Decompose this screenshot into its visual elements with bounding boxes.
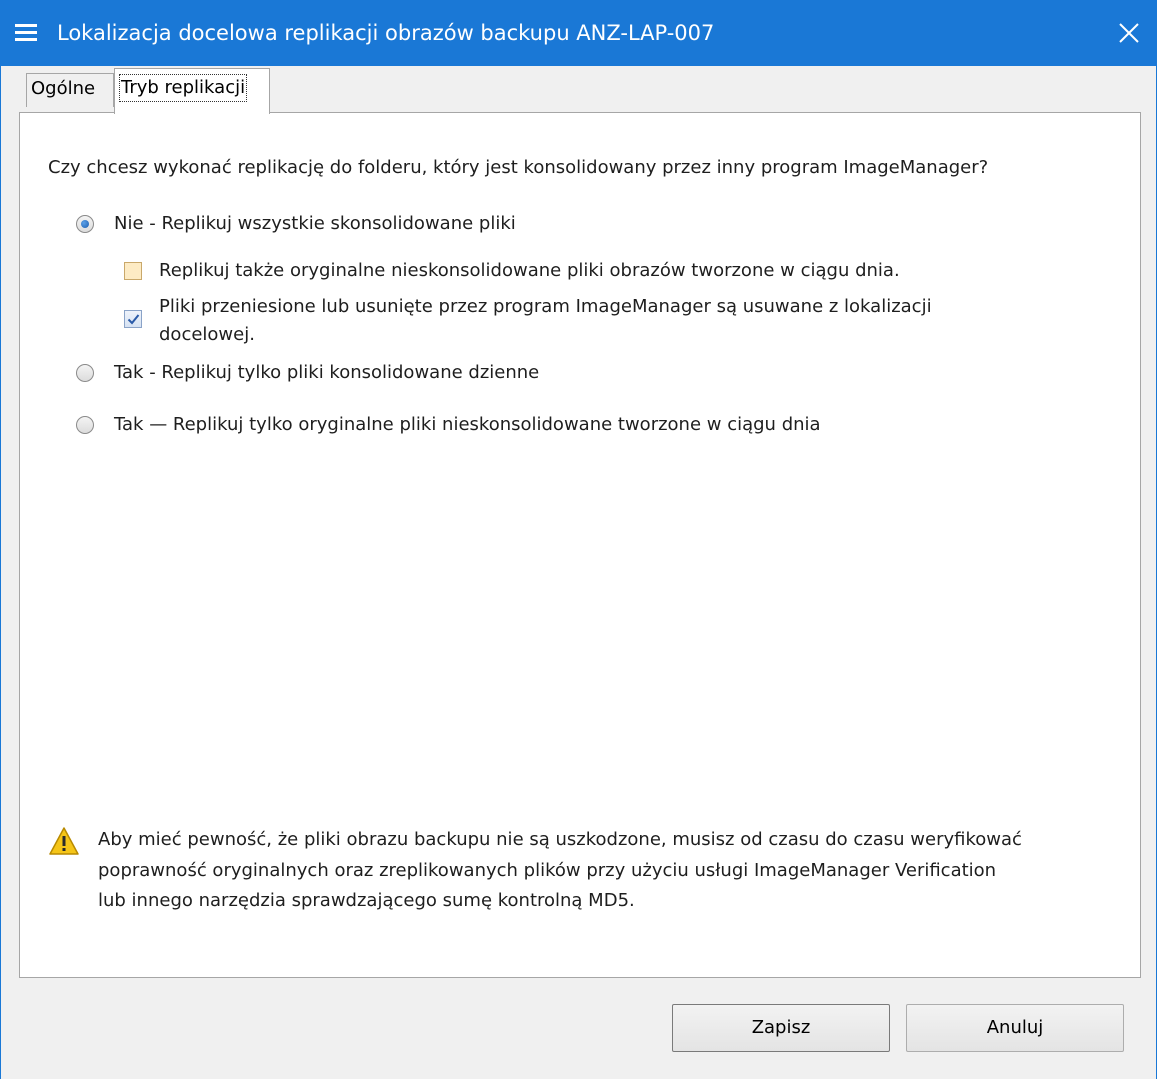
save-button[interactable]: Zapisz xyxy=(672,1004,890,1052)
checkbox-delete-moved-label-line1[interactable]: Pliki przeniesione lub usunięte przez pr… xyxy=(159,294,932,320)
title-bar[interactable]: Lokalizacja docelowa replikacji obrazów … xyxy=(1,0,1157,66)
tab-general-label: Ogólne xyxy=(31,78,96,99)
checkbox-delete-moved[interactable] xyxy=(124,310,142,328)
checkbox-replicate-originals-label[interactable]: Replikuj także oryginalne nieskonsolidow… xyxy=(159,258,900,284)
radio-yes-originals[interactable] xyxy=(76,416,94,434)
radio-no-label[interactable]: Nie - Replikuj wszystkie skonsolidowane … xyxy=(114,211,516,237)
close-button[interactable] xyxy=(1100,0,1157,66)
warning-text-line1: Aby mieć pewność, że pliki obrazu backup… xyxy=(98,829,1022,850)
close-icon xyxy=(1119,23,1139,43)
tab-replication-mode-label: Tryb replikacji xyxy=(119,74,248,102)
radio-yes-daily-label[interactable]: Tak - Replikuj tylko pliki konsolidowane… xyxy=(114,360,539,386)
dialog-window: Lokalizacja docelowa replikacji obrazów … xyxy=(0,0,1157,1079)
warning-text-line2: poprawność oryginalnych oraz zreplikowan… xyxy=(98,860,997,881)
radio-yes-originals-label[interactable]: Tak — Replikuj tylko oryginalne pliki ni… xyxy=(114,412,821,438)
tab-replication-mode[interactable]: Tryb replikacji xyxy=(114,68,270,114)
warning-icon xyxy=(49,827,79,855)
warning-text-line3: lub innego narzędzia sprawdzającego sumę… xyxy=(98,890,635,911)
radio-no-replicate-all[interactable] xyxy=(76,215,94,233)
menu-icon[interactable] xyxy=(15,24,37,42)
cancel-button[interactable]: Anuluj xyxy=(906,1004,1124,1052)
checkmark-icon xyxy=(127,314,140,325)
checkbox-delete-moved-label-line2[interactable]: docelowej. xyxy=(159,322,255,348)
question-text: Czy chcesz wykonać replikację do folderu… xyxy=(48,157,989,178)
window-title: Lokalizacja docelowa replikacji obrazów … xyxy=(57,21,715,45)
radio-yes-daily[interactable] xyxy=(76,364,94,382)
checkbox-replicate-originals[interactable] xyxy=(124,262,142,280)
tab-general[interactable]: Ogólne xyxy=(26,73,114,107)
